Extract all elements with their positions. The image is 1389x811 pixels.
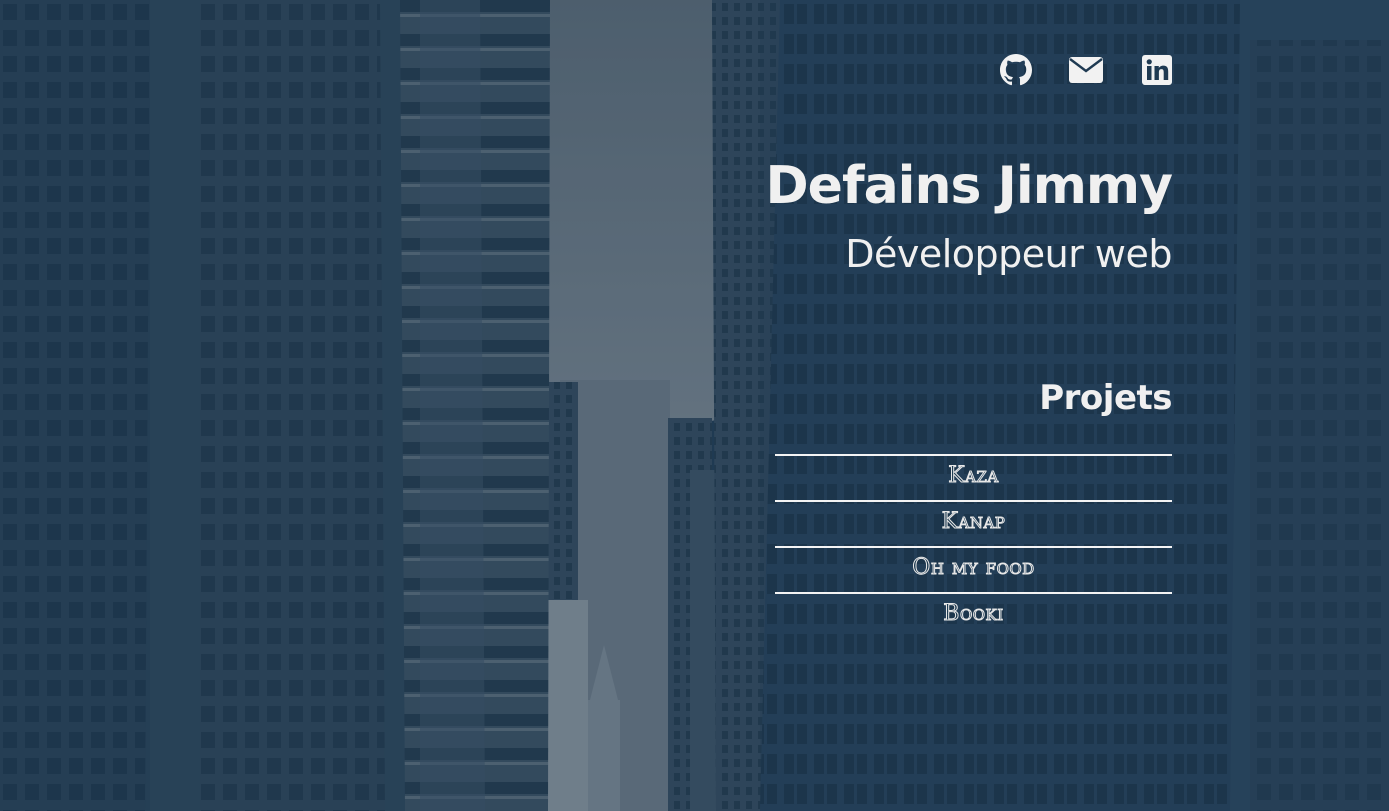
page-subtitle: Développeur web bbox=[845, 232, 1172, 276]
project-link-kaza[interactable]: Kaza bbox=[775, 454, 1172, 500]
github-link[interactable] bbox=[998, 52, 1034, 88]
email-link[interactable] bbox=[1068, 52, 1104, 88]
page-title: Defains Jimmy bbox=[765, 156, 1173, 216]
social-links bbox=[996, 52, 1176, 92]
projects-list: Kaza Kanap Oh my food Booki bbox=[775, 454, 1172, 638]
mail-icon bbox=[1069, 57, 1103, 83]
github-icon bbox=[1000, 54, 1032, 86]
linkedin-link[interactable] bbox=[1139, 52, 1175, 88]
background-image bbox=[0, 0, 1389, 811]
projects-heading: Projets bbox=[1039, 378, 1172, 418]
project-link-booki[interactable]: Booki bbox=[775, 592, 1172, 638]
project-link-oh-my-food[interactable]: Oh my food bbox=[775, 546, 1172, 592]
linkedin-icon bbox=[1142, 55, 1172, 85]
project-link-kanap[interactable]: Kanap bbox=[775, 500, 1172, 546]
